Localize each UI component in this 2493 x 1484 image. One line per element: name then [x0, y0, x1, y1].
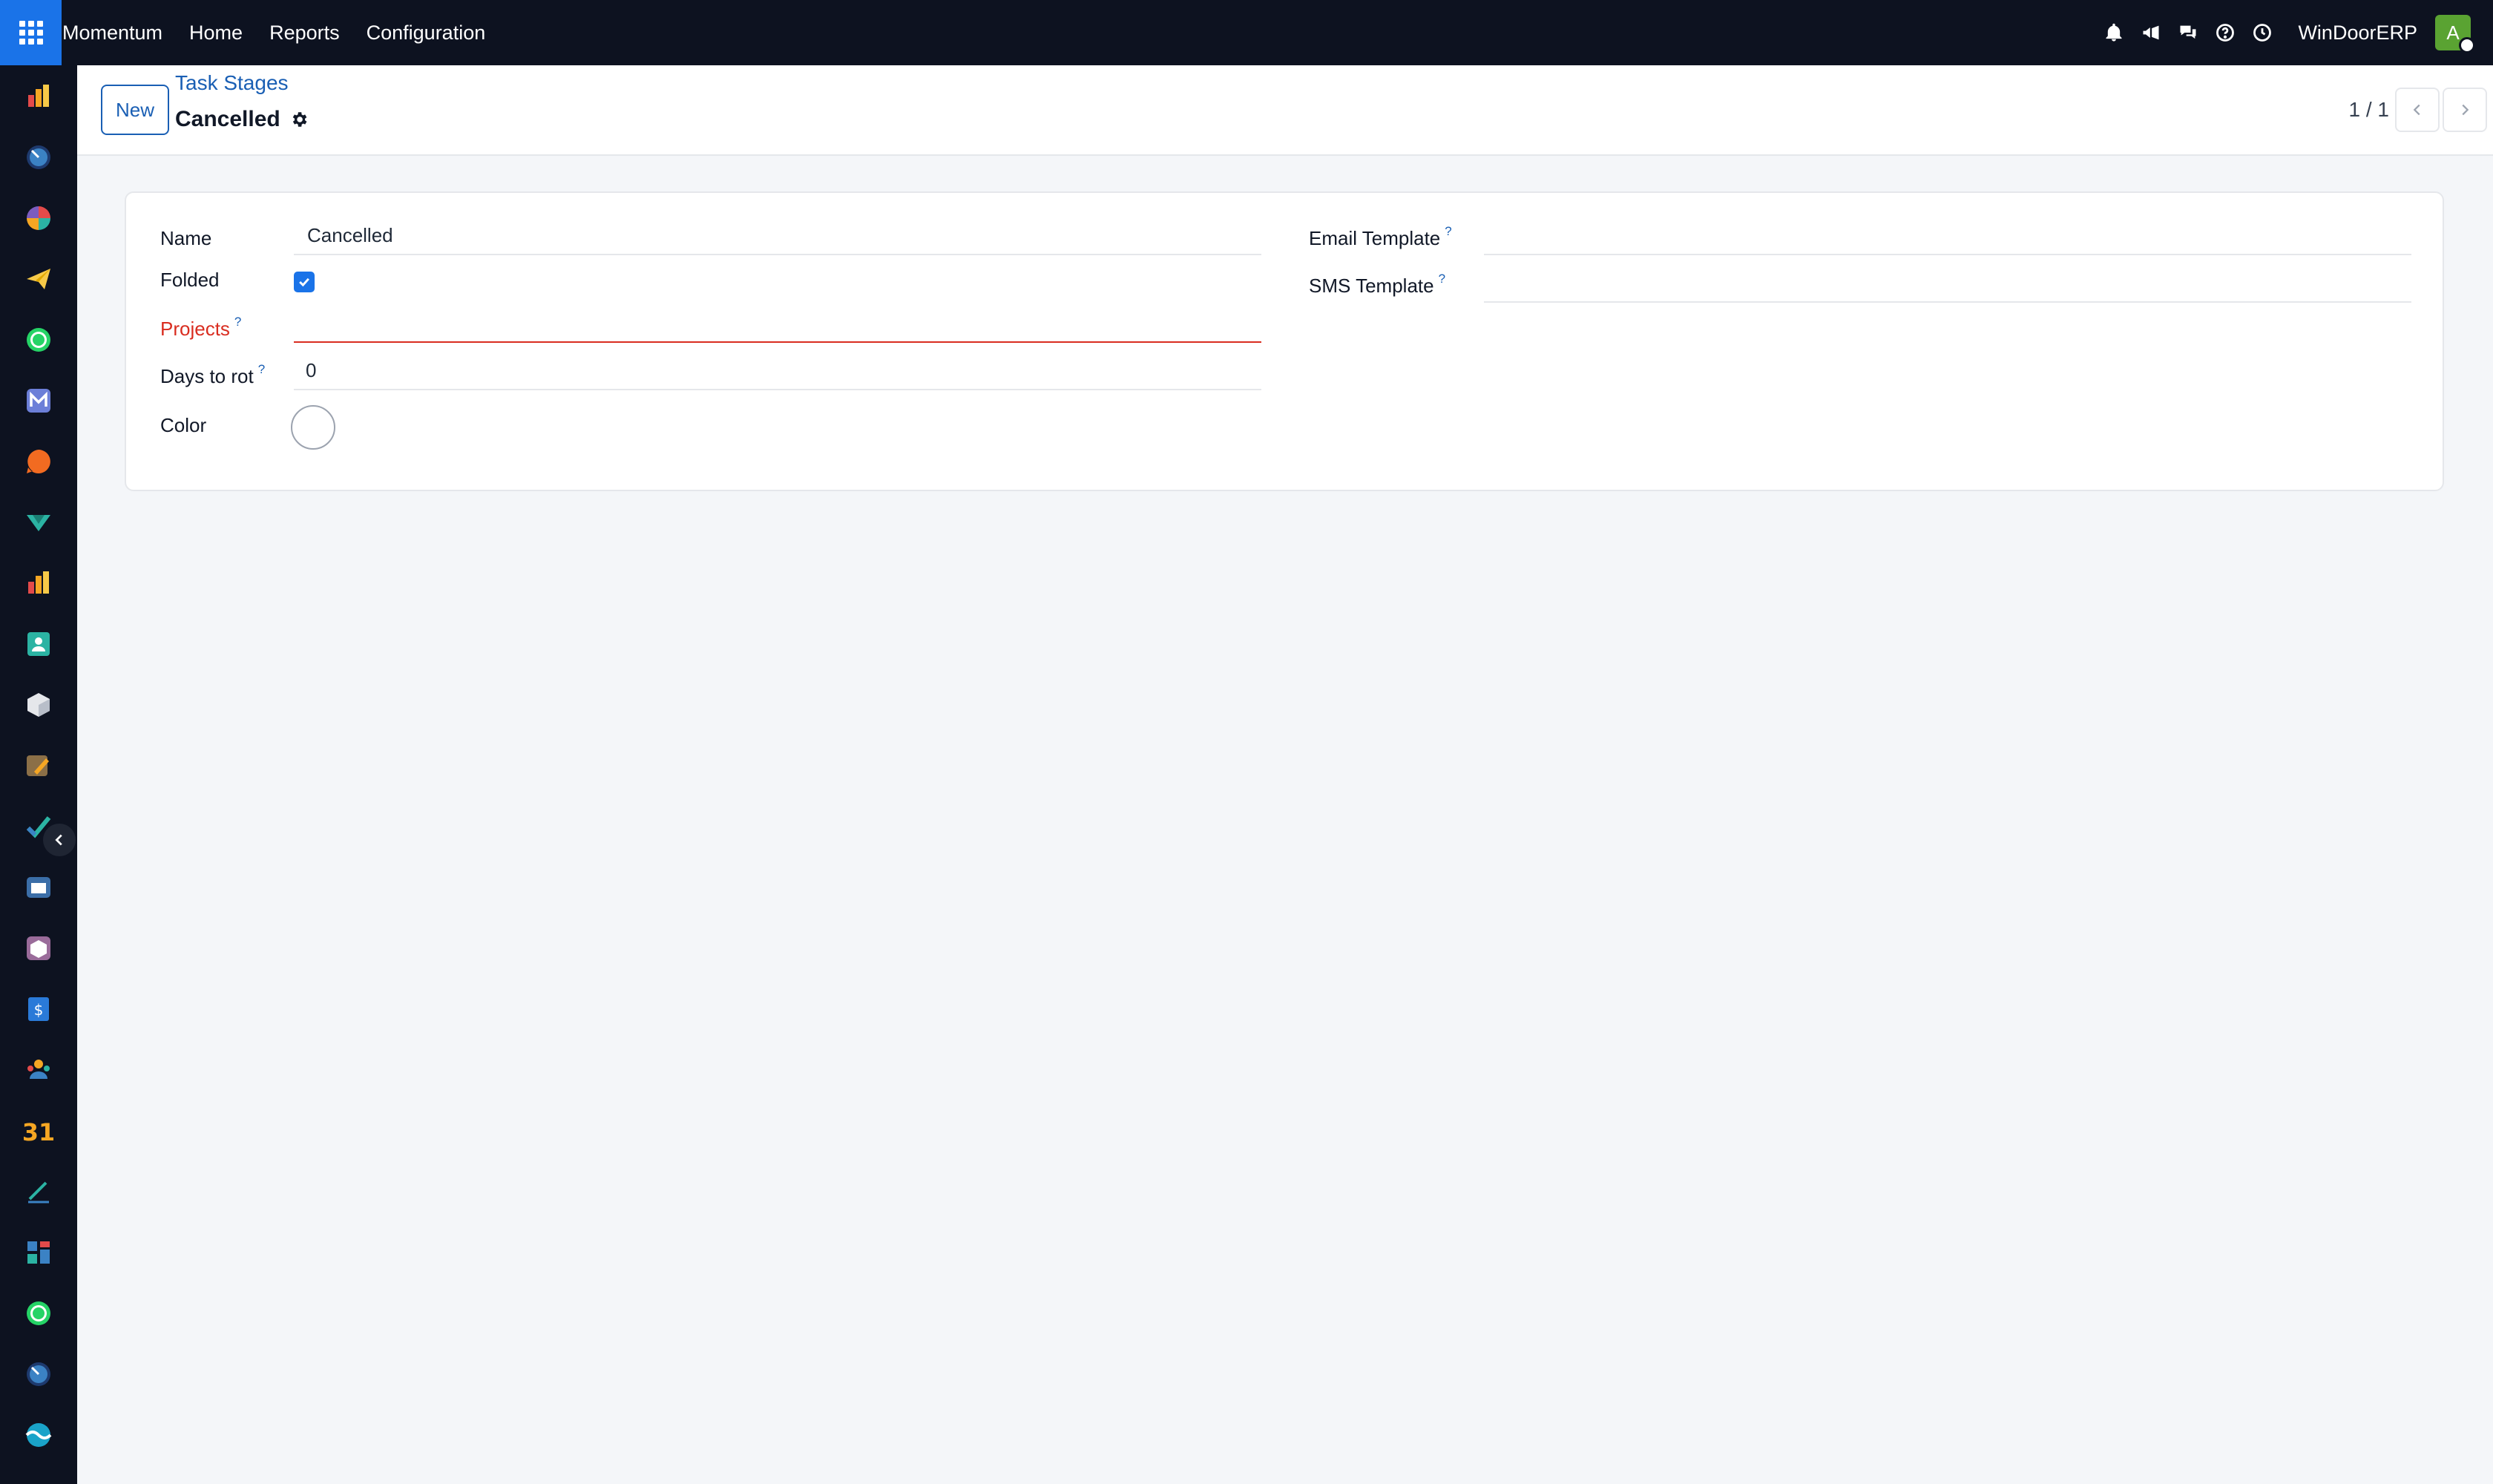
menu-home[interactable]: Home	[189, 22, 243, 45]
color-label: Color	[160, 414, 207, 436]
sidebar-app-whatsapp-icon[interactable]	[22, 324, 55, 356]
megaphone-icon[interactable]	[2133, 15, 2169, 50]
sidebar-app-whatsapp-2-icon[interactable]	[22, 1297, 55, 1330]
status-dot	[2459, 37, 2475, 53]
name-field[interactable]: Cancelled	[294, 215, 1261, 255]
pager-value[interactable]: 1 / 1	[2349, 88, 2389, 132]
sidebar-collapse-button[interactable]	[43, 824, 76, 856]
sms-template-help-icon[interactable]: ?	[1439, 272, 1445, 286]
sidebar-app-sign-icon[interactable]	[22, 1175, 55, 1208]
gear-icon[interactable]	[289, 109, 310, 130]
chevron-left-icon	[55, 834, 62, 846]
sidebar-app-check-down-icon[interactable]	[22, 506, 55, 539]
help-icon[interactable]	[2207, 15, 2243, 50]
top-menu: Momentum Home Reports Configuration	[62, 0, 512, 65]
sidebar-app-bar-chart-icon[interactable]	[22, 567, 55, 600]
sms-template-field[interactable]	[1484, 263, 2411, 303]
chevron-left-icon	[2413, 104, 2420, 116]
form-sheet: Name Cancelled Folded Projects? Days to …	[125, 191, 2444, 491]
menu-reports[interactable]: Reports	[269, 22, 340, 45]
email-template-field[interactable]	[1484, 215, 2411, 255]
apps-grid-icon	[19, 21, 43, 45]
clock-icon[interactable]	[2244, 15, 2280, 50]
email-template-label: Email Template?	[1309, 224, 1452, 249]
bell-icon[interactable]	[2096, 15, 2132, 50]
sidebar-app-mail-icon[interactable]	[22, 384, 55, 417]
app-sidebar: $ 31	[0, 65, 77, 1484]
sidebar-app-team-icon[interactable]	[22, 1054, 55, 1086]
pager-next-button[interactable]	[2443, 88, 2487, 132]
sidebar-app-pencil-icon[interactable]	[22, 749, 55, 782]
sidebar-app-clock-2-icon[interactable]	[22, 1358, 55, 1391]
sidebar-app-chat-bubble-icon[interactable]	[22, 445, 55, 478]
sidebar-app-box-icon[interactable]	[22, 689, 55, 721]
pager-previous-button[interactable]	[2395, 88, 2440, 132]
app-name[interactable]: Momentum	[62, 22, 162, 45]
sidebar-app-calendar-icon[interactable]: 31	[22, 1114, 55, 1147]
projects-label: Projects?	[160, 315, 242, 340]
chat-icon[interactable]	[2170, 15, 2206, 50]
menu-configuration[interactable]: Configuration	[367, 22, 486, 45]
sidebar-app-send-icon[interactable]	[22, 263, 55, 295]
top-navbar: Momentum Home Reports Configuration WinD…	[0, 0, 2493, 65]
color-picker[interactable]	[291, 405, 335, 450]
days-to-rot-help-icon[interactable]: ?	[258, 362, 265, 376]
page-title: Cancelled	[175, 107, 280, 131]
days-to-rot-value: 0	[306, 359, 317, 381]
avatar-initial: A	[2446, 21, 2460, 44]
projects-field[interactable]	[294, 303, 1261, 343]
svg-text:$: $	[34, 1001, 44, 1019]
chevron-right-icon	[2462, 104, 2469, 116]
sidebar-app-clock-icon[interactable]	[22, 141, 55, 174]
svg-text:31: 31	[24, 1118, 53, 1146]
systray: WinDoorERP A	[2095, 0, 2475, 65]
folded-checkbox[interactable]	[294, 272, 315, 292]
app-switcher-button[interactable]	[0, 0, 62, 65]
sidebar-app-invoice-icon[interactable]: $	[22, 993, 55, 1025]
sidebar-app-dashboard-icon[interactable]	[22, 80, 55, 113]
projects-help-icon[interactable]: ?	[234, 315, 241, 329]
user-avatar[interactable]: A	[2435, 15, 2475, 53]
sms-template-label: SMS Template?	[1309, 272, 1446, 297]
checkmark-icon	[299, 278, 309, 287]
days-to-rot-field[interactable]: 0	[294, 350, 1261, 390]
company-switcher[interactable]: WinDoorERP	[2298, 22, 2417, 45]
email-template-help-icon[interactable]: ?	[1445, 224, 1451, 238]
sidebar-app-package-icon[interactable]	[22, 932, 55, 965]
name-value: Cancelled	[307, 224, 393, 246]
sidebar-app-pie-chart-icon[interactable]	[22, 202, 55, 234]
sidebar-app-contacts-icon[interactable]	[22, 628, 55, 660]
record-title: Cancelled	[175, 107, 310, 132]
name-label: Name	[160, 227, 212, 249]
breadcrumb-task-stages[interactable]: Task Stages	[175, 71, 289, 95]
sidebar-app-book-icon[interactable]	[22, 871, 55, 904]
new-button[interactable]: New	[101, 85, 169, 135]
control-panel: New Task Stages Cancelled 1 / 1	[77, 65, 2493, 156]
folded-label: Folded	[160, 269, 220, 291]
sidebar-app-wave-icon[interactable]	[22, 1419, 55, 1451]
sidebar-app-widgets-icon[interactable]	[22, 1236, 55, 1269]
days-to-rot-label: Days to rot?	[160, 362, 266, 387]
